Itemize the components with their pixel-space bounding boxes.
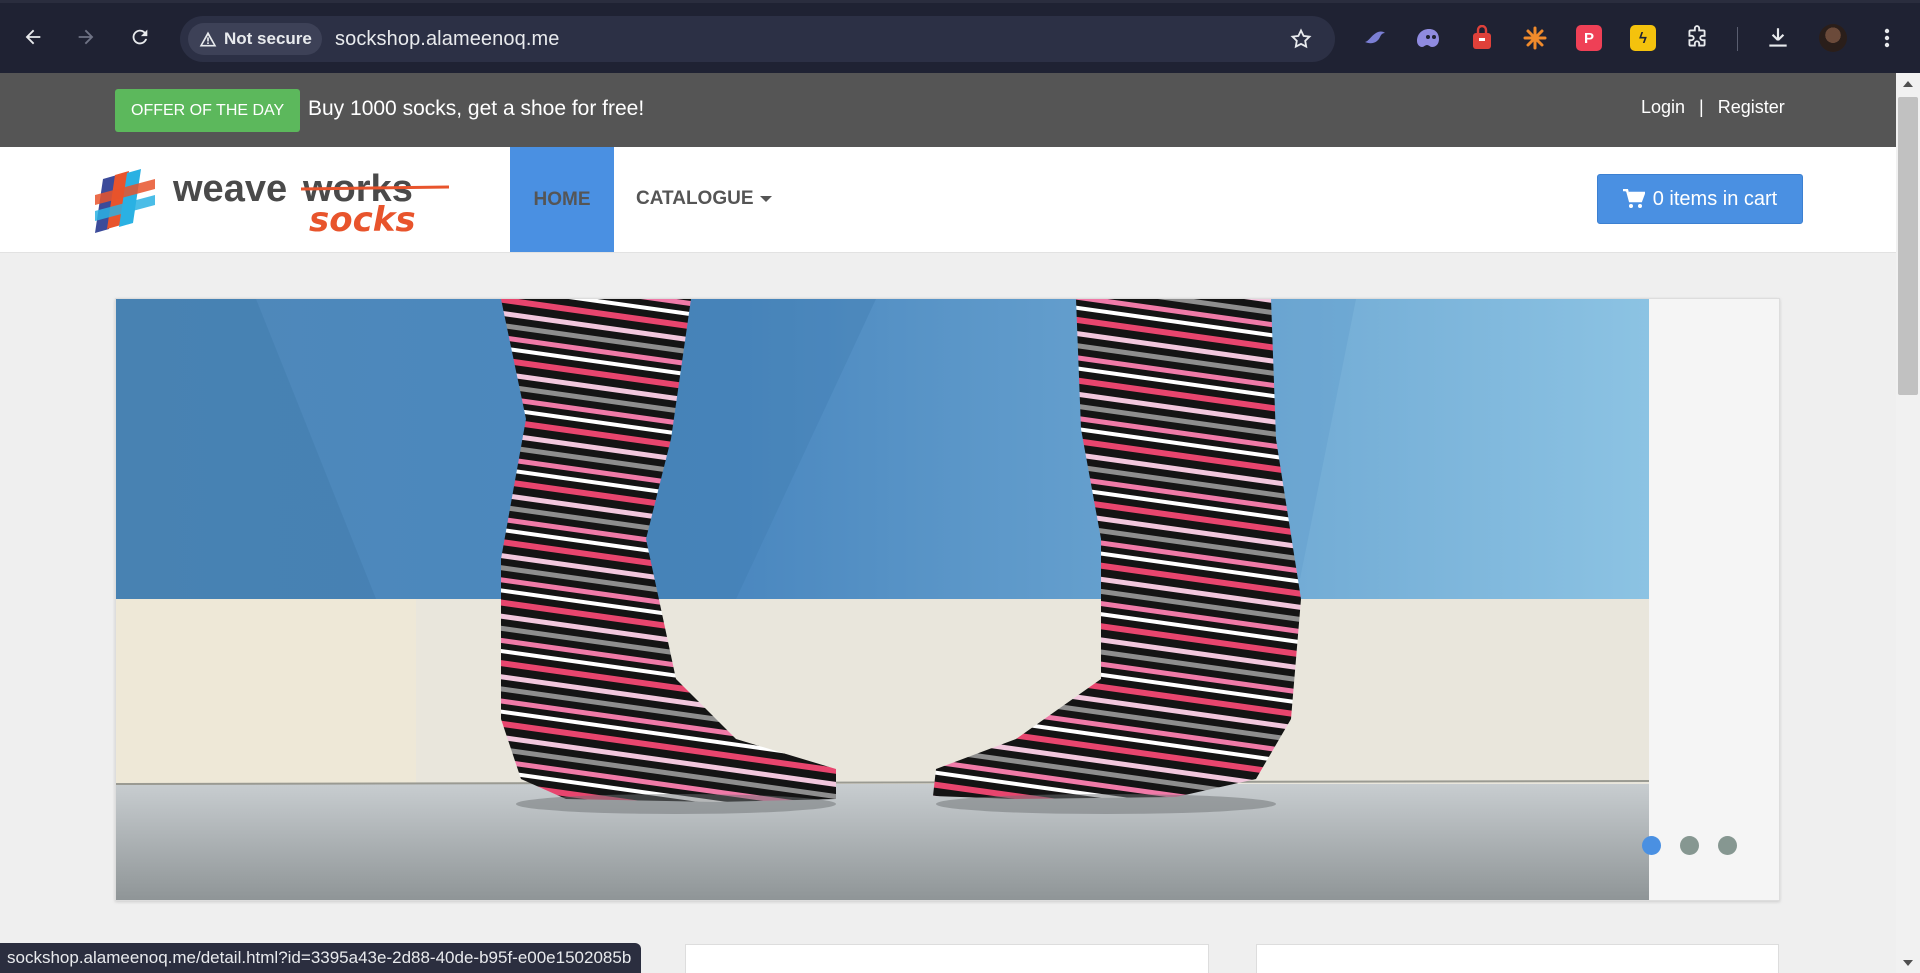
striped-socks-photo — [116, 299, 1649, 900]
nav-catalogue[interactable]: CATALOGUE — [636, 188, 772, 210]
caret-down-icon — [759, 196, 772, 202]
carousel-dot-2[interactable] — [1680, 836, 1699, 855]
profile-avatar[interactable] — [1818, 23, 1848, 53]
nav-catalogue-label: CATALOGUE — [636, 188, 754, 209]
product-card[interactable] — [685, 944, 1209, 973]
back-button[interactable] — [17, 21, 49, 53]
account-separator: | — [1699, 97, 1704, 117]
download-icon[interactable] — [1763, 23, 1793, 53]
carousel-dot-1[interactable] — [1642, 836, 1661, 855]
scrollbar-thumb[interactable] — [1898, 97, 1918, 395]
extension-ghost-icon[interactable] — [1413, 23, 1443, 53]
security-label: Not secure — [224, 29, 312, 48]
url-text[interactable]: sockshop.alameenoq.me — [335, 28, 559, 51]
nav-home[interactable]: HOME — [510, 147, 614, 252]
extension-pocket-icon[interactable]: P — [1574, 23, 1604, 53]
extension-spark-icon[interactable] — [1520, 23, 1550, 53]
warning-triangle-icon — [199, 31, 217, 47]
link-status-bubble: sockshop.alameenoq.me/detail.html?id=339… — [0, 943, 642, 973]
login-link[interactable]: Login — [1641, 97, 1685, 118]
cart-button[interactable]: 0 items in cart — [1597, 174, 1803, 224]
carousel-slide-image — [116, 299, 1649, 900]
cart-label: 0 items in cart — [1652, 187, 1778, 210]
address-bar[interactable]: Not secure sockshop.alameenoq.me — [180, 16, 1335, 62]
offer-text: Buy 1000 socks, get a shoe for free! — [308, 97, 645, 120]
account-links: Login | Register — [1641, 97, 1785, 118]
logo-socks-text: socks — [309, 200, 416, 239]
browser-toolbar: Not secure sockshop.alameenoq.me P ϟ — [0, 0, 1920, 73]
forward-arrow-icon — [78, 29, 94, 45]
back-arrow-icon — [25, 29, 41, 45]
security-indicator[interactable]: Not secure — [188, 23, 322, 55]
offer-badge: OFFER OF THE DAY — [115, 89, 301, 132]
extension-bird-icon[interactable] — [1360, 23, 1390, 53]
logo-weave-text: weave — [172, 168, 287, 210]
product-card[interactable] — [1256, 944, 1779, 973]
forward-button[interactable] — [70, 21, 102, 53]
extensions-puzzle-icon[interactable] — [1682, 23, 1712, 53]
weaveworks-socks-logo[interactable]: weave works socks — [93, 161, 453, 240]
register-link[interactable]: Register — [1718, 97, 1785, 118]
scroll-up-arrow-icon[interactable] — [1896, 73, 1920, 95]
extension-bag-icon[interactable] — [1467, 23, 1497, 53]
reload-button[interactable] — [124, 21, 156, 53]
carousel-indicators — [1642, 836, 1737, 855]
bookmark-star-icon[interactable] — [1289, 27, 1313, 51]
carousel-dot-3[interactable] — [1718, 836, 1737, 855]
extension-bolt-icon[interactable]: ϟ — [1628, 23, 1658, 53]
reload-icon — [132, 29, 148, 45]
scroll-down-arrow-icon[interactable] — [1896, 953, 1920, 973]
logo-mark-icon: weave works socks — [95, 168, 450, 240]
browser-menu-icon[interactable] — [1872, 23, 1902, 53]
shopping-cart-icon — [1622, 189, 1645, 208]
toolbar-divider — [1737, 27, 1738, 51]
